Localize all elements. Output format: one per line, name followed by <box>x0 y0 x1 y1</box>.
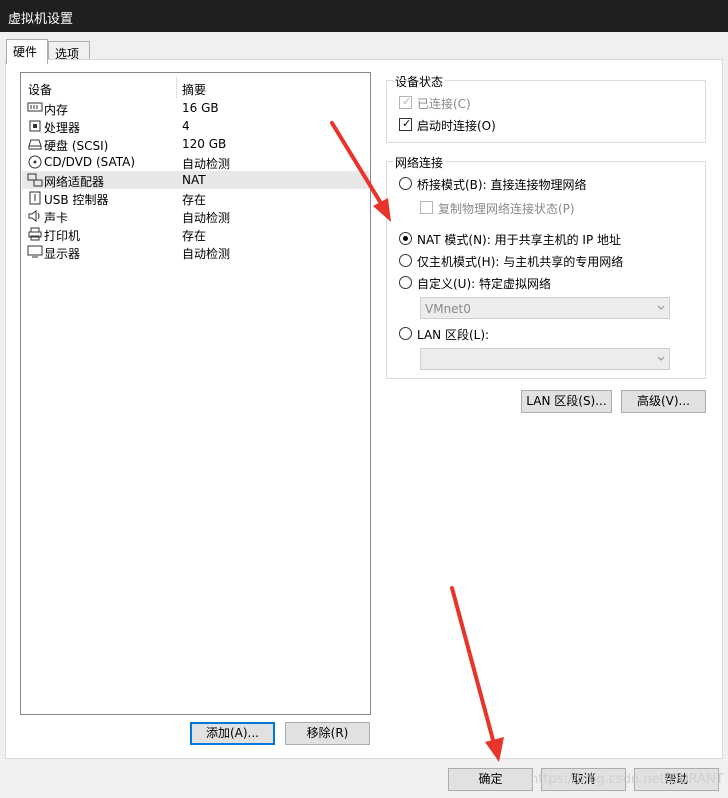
annotation-arrow-to-nat <box>330 121 391 222</box>
watermark-text: https://blog.csdn.net/DURANT <box>530 772 724 787</box>
annotation-arrows <box>330 121 504 762</box>
tab-hardware-label: 硬件 <box>13 45 38 59</box>
tab-hardware[interactable]: 硬件 <box>6 39 48 64</box>
annotation-arrow-to-ok <box>450 586 504 762</box>
